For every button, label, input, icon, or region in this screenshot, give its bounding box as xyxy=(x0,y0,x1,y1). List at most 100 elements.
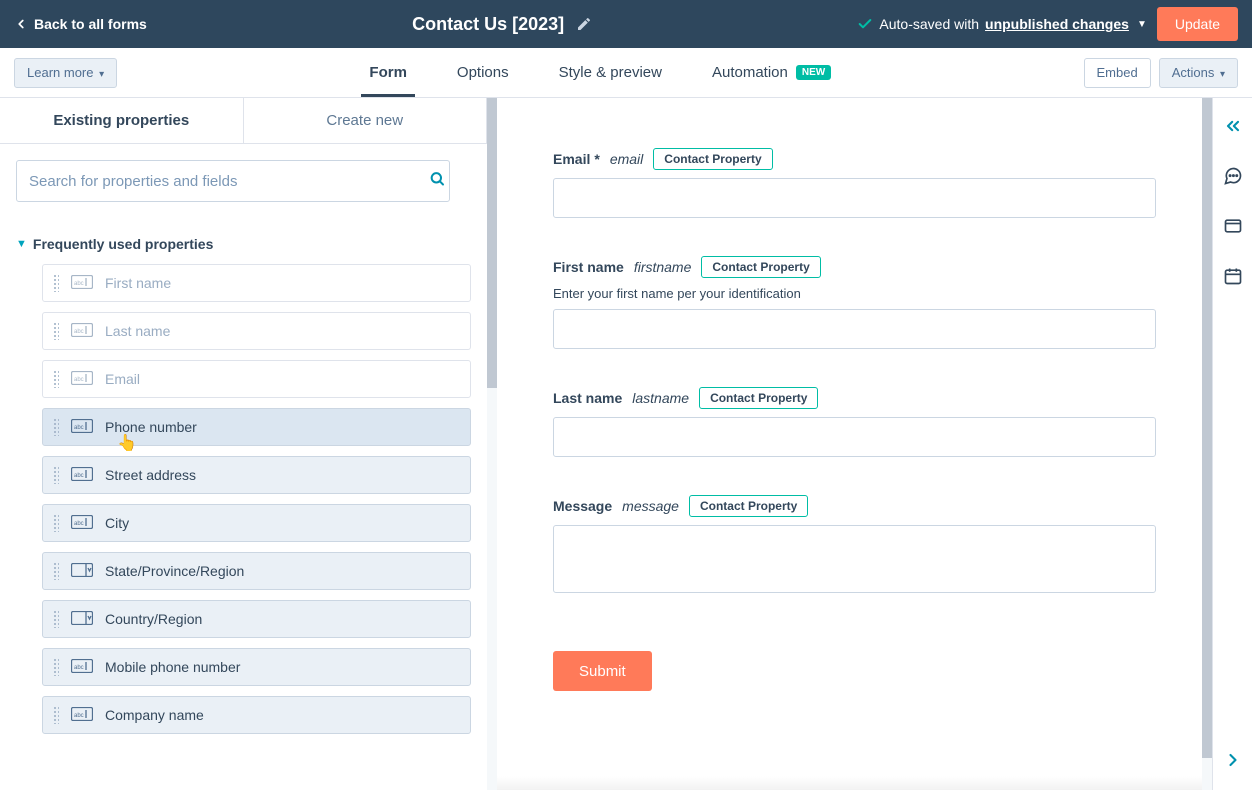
property-item[interactable]: abc Company name xyxy=(42,696,471,734)
check-icon xyxy=(857,16,873,32)
drag-handle-icon[interactable] xyxy=(53,562,59,580)
drag-handle-icon xyxy=(53,274,59,292)
right-toolbar-actions: Embed Actions ▾ xyxy=(1084,58,1239,88)
form-field[interactable]: First name firstname Contact Property Enter… xyxy=(553,256,1156,349)
property-item[interactable]: abc Mobile phone number xyxy=(42,648,471,686)
field-internal-name: lastname xyxy=(632,390,689,406)
tab-label: Options xyxy=(457,64,509,81)
property-item-label: First name xyxy=(105,275,171,291)
svg-text:abc: abc xyxy=(74,665,84,671)
dropdown-field-icon xyxy=(71,611,93,628)
field-helper-text: Enter your first name per your identific… xyxy=(553,286,1156,301)
svg-text:abc: abc xyxy=(74,425,84,431)
form-input[interactable] xyxy=(553,178,1156,218)
canvas-scroll-thumb[interactable] xyxy=(1202,98,1212,758)
required-asterisk: * xyxy=(594,151,599,167)
contact-property-badge: Contact Property xyxy=(689,495,808,517)
actions-button[interactable]: Actions ▾ xyxy=(1159,58,1238,88)
tab-existing-properties[interactable]: Existing properties xyxy=(0,98,243,143)
chevron-left-icon xyxy=(14,17,28,31)
tab-automation[interactable]: Automation NEW xyxy=(712,48,831,97)
form-title-wrap: Contact Us [2023] xyxy=(147,14,858,35)
actions-label: Actions xyxy=(1172,65,1215,80)
tab-style-preview[interactable]: Style & preview xyxy=(559,48,662,97)
main-tabs: Form Options Style & preview Automation … xyxy=(117,48,1083,97)
drag-handle-icon[interactable] xyxy=(53,514,59,532)
property-item: abcLast name xyxy=(42,312,471,350)
property-item[interactable]: Country/Region xyxy=(42,600,471,638)
search-icon[interactable] xyxy=(429,171,445,192)
contact-property-badge: Contact Property xyxy=(701,256,820,278)
new-badge: NEW xyxy=(796,65,831,80)
tab-create-new[interactable]: Create new xyxy=(243,98,488,143)
svg-text:abc: abc xyxy=(74,473,84,479)
left-scroll-thumb[interactable] xyxy=(487,98,497,388)
form-title: Contact Us [2023] xyxy=(412,14,564,35)
property-item-label: Mobile phone number xyxy=(105,659,240,675)
property-item[interactable]: State/Province/Region xyxy=(42,552,471,590)
search-input[interactable] xyxy=(16,160,450,202)
browser-icon[interactable] xyxy=(1223,216,1243,236)
field-internal-name: firstname xyxy=(634,259,692,275)
property-item[interactable]: abcPhone number👆 xyxy=(42,408,471,446)
property-item-label: Email xyxy=(105,371,140,387)
tab-form[interactable]: Form xyxy=(369,48,407,97)
property-list: abcFirst nameabcLast nameabcEmailabcPhon… xyxy=(0,264,487,750)
drag-handle-icon[interactable] xyxy=(53,466,59,484)
form-input[interactable] xyxy=(553,417,1156,457)
field-label-row: Email *emailContact Property xyxy=(553,148,1156,170)
chevron-down-icon: ▼ xyxy=(1137,19,1147,30)
collapse-icon[interactable] xyxy=(1223,116,1243,136)
dropdown-field-icon xyxy=(71,563,93,580)
auto-saved-prefix: Auto-saved with xyxy=(879,16,979,32)
property-item-label: Company name xyxy=(105,707,204,723)
text-field-icon: abc xyxy=(71,515,93,532)
tab-label: Automation xyxy=(712,64,788,81)
expand-icon[interactable] xyxy=(1223,750,1243,770)
drag-handle-icon[interactable] xyxy=(53,610,59,628)
form-field[interactable]: MessagemessageContact Property xyxy=(553,495,1156,593)
form-input[interactable] xyxy=(553,309,1156,349)
drag-handle-icon[interactable] xyxy=(53,418,59,436)
submit-button[interactable]: Submit xyxy=(553,651,652,691)
field-internal-name: email xyxy=(610,151,643,167)
form-field[interactable]: Last namelastnameContact Property xyxy=(553,387,1156,457)
form-field[interactable]: Email *emailContact Property xyxy=(553,148,1156,218)
search-box xyxy=(16,160,471,202)
calendar-icon[interactable] xyxy=(1223,266,1243,286)
drag-handle-icon[interactable] xyxy=(53,706,59,724)
section-frequently-used[interactable]: ▼ Frequently used properties xyxy=(0,218,487,264)
embed-button[interactable]: Embed xyxy=(1084,58,1151,88)
canvas-scrollbar[interactable] xyxy=(1202,98,1212,790)
property-item[interactable]: abcStreet address xyxy=(42,456,471,494)
left-scrollbar[interactable] xyxy=(487,98,497,790)
property-item-label: Last name xyxy=(105,323,170,339)
text-field-icon: abc xyxy=(71,707,93,724)
text-field-icon: abc xyxy=(71,419,93,436)
back-to-forms-link[interactable]: Back to all forms xyxy=(14,16,147,32)
drag-handle-icon xyxy=(53,322,59,340)
chevron-down-icon: ▾ xyxy=(99,69,104,80)
svg-text:abc: abc xyxy=(74,713,84,719)
field-label: First name xyxy=(553,259,624,275)
pencil-icon[interactable] xyxy=(576,16,592,32)
tab-options[interactable]: Options xyxy=(457,48,509,97)
left-properties-panel: Existing properties Create new ▼ Frequen… xyxy=(0,98,487,790)
body-area: Existing properties Create new ▼ Frequen… xyxy=(0,98,1252,790)
right-rail xyxy=(1212,98,1252,790)
status-wrap: Auto-saved with unpublished changes ▼ Up… xyxy=(857,7,1238,41)
property-item-label: State/Province/Region xyxy=(105,563,244,579)
back-link-label: Back to all forms xyxy=(34,16,147,32)
update-button[interactable]: Update xyxy=(1157,7,1238,41)
property-item: abcFirst name xyxy=(42,264,471,302)
chat-icon[interactable] xyxy=(1223,166,1243,186)
form-textarea[interactable] xyxy=(553,525,1156,593)
contact-property-badge: Contact Property xyxy=(699,387,818,409)
property-item[interactable]: abcCity xyxy=(42,504,471,542)
auto-saved-indicator[interactable]: Auto-saved with unpublished changes ▼ xyxy=(857,16,1146,32)
learn-more-button[interactable]: Learn more ▾ xyxy=(14,58,117,88)
chevron-down-icon: ▾ xyxy=(1220,69,1225,80)
contact-property-badge: Contact Property xyxy=(653,148,772,170)
chevron-down-icon: ▼ xyxy=(16,238,27,250)
drag-handle-icon[interactable] xyxy=(53,658,59,676)
